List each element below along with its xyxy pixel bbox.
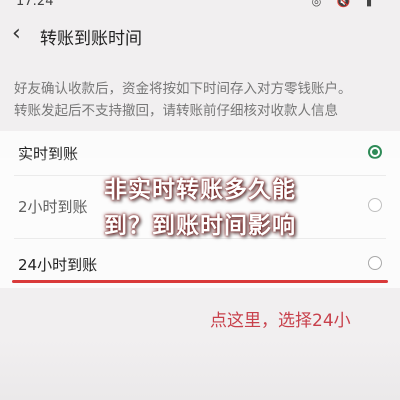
annotation-text: 点这里，选择24小 <box>210 311 351 331</box>
status-icons: ◎ 🔇 ▮ <box>311 0 378 8</box>
back-icon[interactable]: ‹ <box>12 22 34 46</box>
description: 好友确认收款后，资金将按如下时间存入对方零钱账户。 转账发起后不支持撤回，请转账… <box>14 78 386 122</box>
status-time: 17:24 <box>16 0 54 9</box>
background-fade <box>0 340 400 400</box>
status-bar: 17:24 ◎ 🔇 ▮ <box>0 0 400 14</box>
headline-line-1: 非实时转账多久能 <box>104 177 296 203</box>
header: ‹ 转账到账时间 <box>0 14 400 58</box>
radio-checked-icon[interactable] <box>368 145 382 159</box>
radio-icon[interactable] <box>368 256 382 270</box>
headline-line-2: 到？到账时间影响 <box>104 213 296 239</box>
description-line-2: 转账发起后不支持撤回，请转账前仔细核对收款人信息 <box>14 103 338 119</box>
page-title: 转账到账时间 <box>40 29 142 49</box>
option-label: 24小时到账 <box>18 256 98 274</box>
red-underline-highlight <box>12 280 388 283</box>
option-24-hours[interactable]: 24小时到账 <box>0 244 400 284</box>
description-line-1: 好友确认收款后，资金将按如下时间存入对方零钱账户。 <box>14 81 352 97</box>
